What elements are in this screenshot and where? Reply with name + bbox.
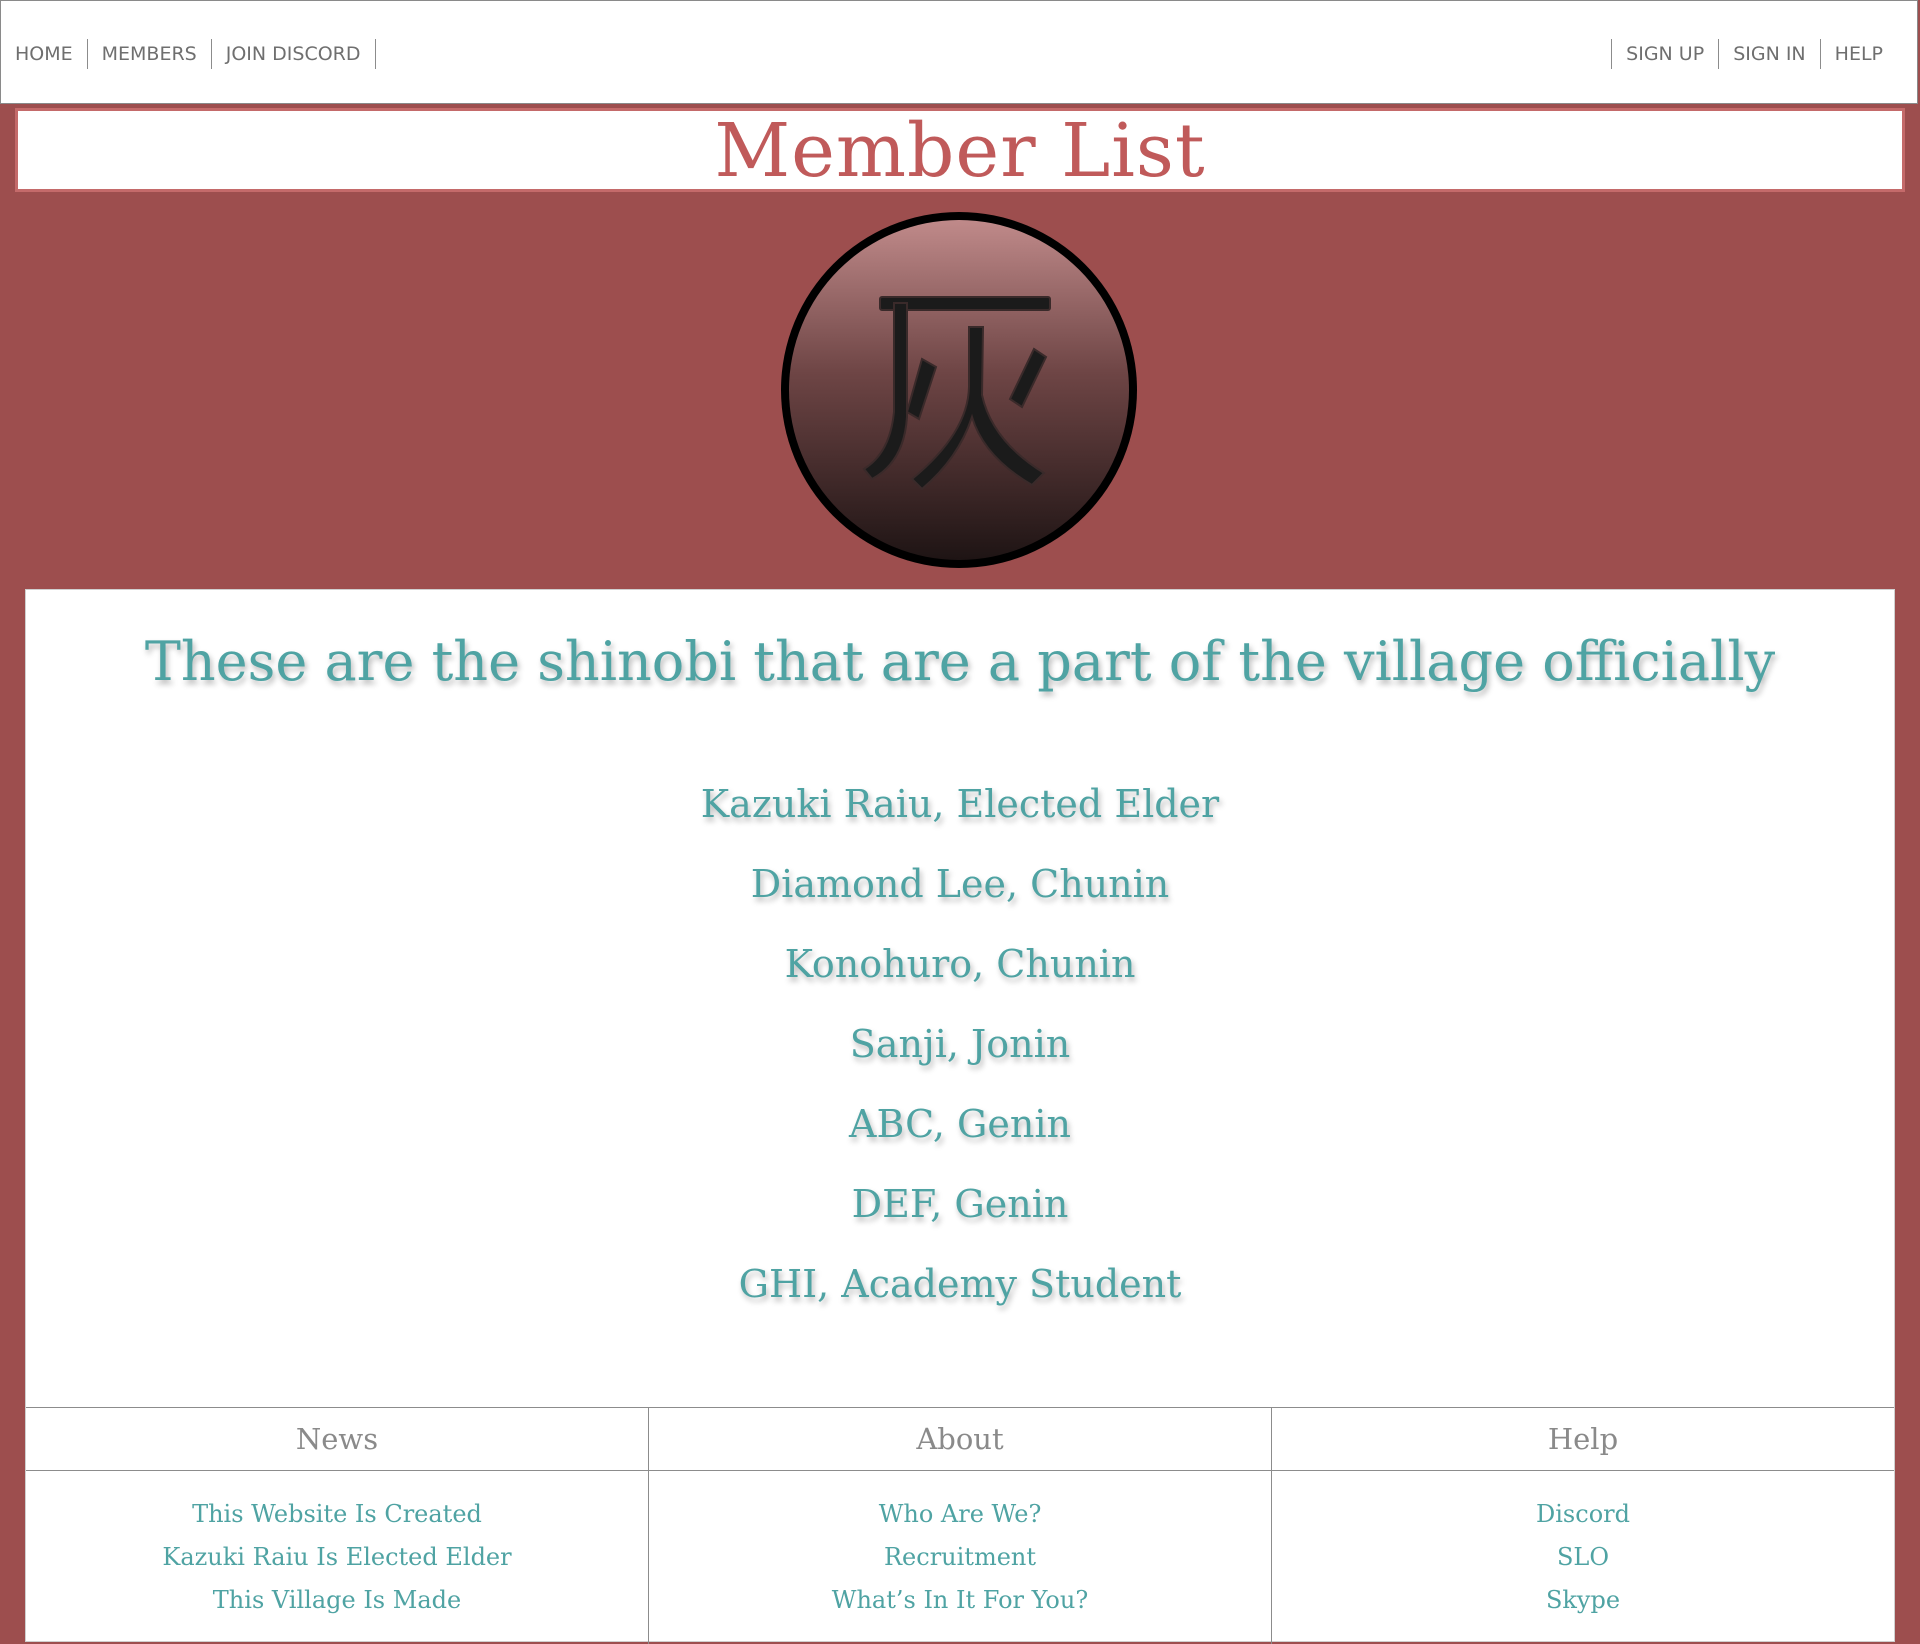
footer-help-column: Help Discord SLO Skype	[1272, 1408, 1894, 1644]
member-item: Diamond Lee, Chunin	[750, 862, 1170, 906]
footer-about-link[interactable]: What’s In It For You?	[649, 1579, 1271, 1622]
footer-news-link[interactable]: This Website Is Created	[26, 1493, 648, 1536]
footer-news-column: News This Website Is Created Kazuki Raiu…	[26, 1408, 649, 1644]
member-item: Kazuki Raiu, Elected Elder	[700, 782, 1220, 826]
nav-sign-up-link[interactable]: SIGN UP	[1611, 39, 1718, 69]
member-item: ABC, Genin	[849, 1102, 1071, 1146]
top-nav-bar: HOME MEMBERS JOIN DISCORD SIGN UP SIGN I…	[0, 0, 1918, 104]
footer-about-link[interactable]: Recruitment	[649, 1536, 1271, 1579]
footer-about-link[interactable]: Who Are We?	[649, 1493, 1271, 1536]
member-item: Konohuro, Chunin	[784, 942, 1136, 986]
footer-help-link[interactable]: SLO	[1272, 1536, 1894, 1579]
nav-left-group: HOME MEMBERS JOIN DISCORD	[1, 39, 376, 69]
nav-right-group: SIGN UP SIGN IN HELP	[1611, 39, 1897, 69]
nav-help-link[interactable]: HELP	[1819, 39, 1897, 69]
footer-help-links: Discord SLO Skype	[1272, 1471, 1894, 1622]
footer-about-heading: About	[649, 1408, 1271, 1471]
nav-sign-in-link[interactable]: SIGN IN	[1718, 39, 1819, 69]
village-emblem-icon	[781, 212, 1137, 568]
footer-help-link[interactable]: Discord	[1272, 1493, 1894, 1536]
nav-members-link[interactable]: MEMBERS	[88, 39, 212, 69]
footer-about-column: About Who Are We? Recruitment What’s In …	[649, 1408, 1272, 1644]
footer-news-heading: News	[26, 1408, 648, 1471]
member-item: DEF, Genin	[851, 1182, 1069, 1226]
footer-table: News This Website Is Created Kazuki Raiu…	[26, 1407, 1894, 1644]
footer-help-link[interactable]: Skype	[1272, 1579, 1894, 1622]
member-item: GHI, Academy Student	[738, 1262, 1182, 1306]
member-list: Kazuki Raiu, Elected Elder Diamond Lee, …	[26, 764, 1894, 1324]
footer-news-links: This Website Is Created Kazuki Raiu Is E…	[26, 1471, 648, 1622]
member-content-panel: These are the shinobi that are a part of…	[25, 589, 1895, 1644]
footer-news-link[interactable]: This Village Is Made	[26, 1579, 648, 1622]
page-title: Member List	[714, 108, 1206, 192]
footer-news-link[interactable]: Kazuki Raiu Is Elected Elder	[26, 1536, 648, 1579]
footer-help-heading: Help	[1272, 1408, 1894, 1471]
nav-home-link[interactable]: HOME	[1, 39, 88, 69]
member-item: Sanji, Jonin	[849, 1022, 1071, 1066]
page-title-banner: Member List	[15, 108, 1905, 192]
footer-about-links: Who Are We? Recruitment What’s In It For…	[649, 1471, 1271, 1622]
nav-join-discord-link[interactable]: JOIN DISCORD	[212, 39, 376, 69]
member-headline: These are the shinobi that are a part of…	[144, 630, 1776, 693]
